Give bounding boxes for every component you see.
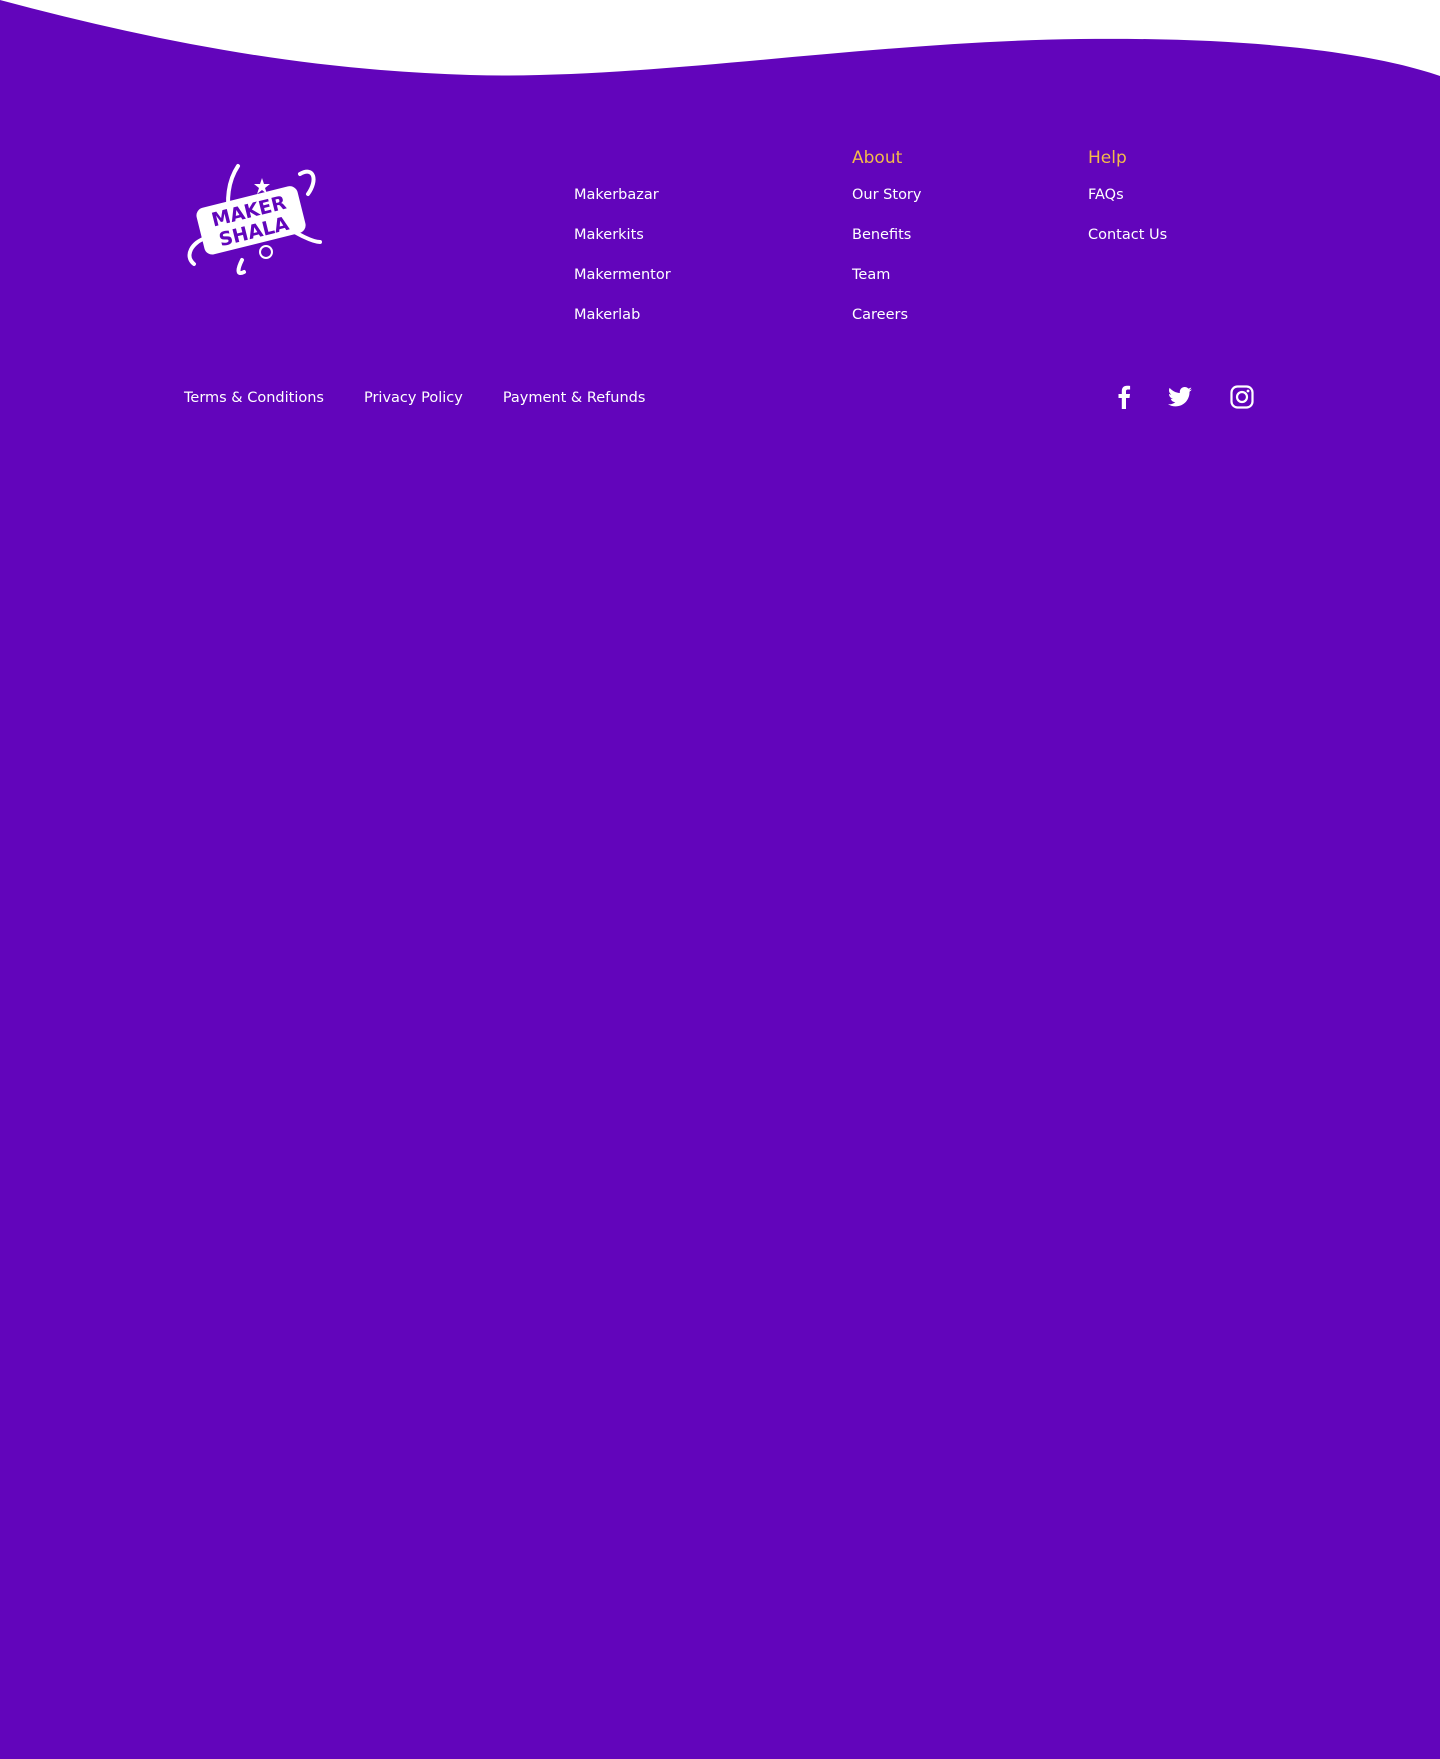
- instagram-link[interactable]: [1229, 384, 1255, 410]
- twitter-link[interactable]: [1167, 384, 1193, 410]
- footer-help-list: FAQs Contact Us: [1088, 184, 1167, 244]
- footer-column-about: About Our Story Benefits Team Careers: [852, 148, 921, 344]
- top-wave-divider: [0, 0, 1440, 76]
- makershala-logo[interactable]: MAKER SHALA: [180, 156, 330, 278]
- footer-link-makermentor[interactable]: Makermentor: [574, 267, 671, 283]
- footer-column-help: Help FAQs Contact Us: [1088, 148, 1167, 264]
- footer-legal-links: Terms & Conditions Privacy Policy Paymen…: [184, 388, 685, 408]
- footer-heading-help: Help: [1088, 148, 1127, 168]
- payment-refunds-link[interactable]: Payment & Refunds: [503, 388, 646, 408]
- footer-about-list: Our Story Benefits Team Careers: [852, 184, 921, 324]
- instagram-icon: [1230, 385, 1254, 409]
- footer-products-list: Makerbazar Makerkits Makermentor Makerla…: [574, 184, 671, 324]
- footer-heading-about: About: [852, 148, 903, 168]
- footer-link-makerkits[interactable]: Makerkits: [574, 227, 644, 243]
- privacy-policy-link[interactable]: Privacy Policy: [364, 388, 463, 408]
- footer-column-products: Makerbazar Makerkits Makermentor Makerla…: [574, 148, 671, 344]
- footer-link-contact-us[interactable]: Contact Us: [1088, 227, 1167, 243]
- terms-conditions-link[interactable]: Terms & Conditions: [184, 388, 324, 408]
- footer-link-faqs[interactable]: FAQs: [1088, 187, 1124, 203]
- footer-link-team[interactable]: Team: [852, 267, 890, 283]
- footer-link-makerbazar[interactable]: Makerbazar: [574, 187, 659, 203]
- footer-column-products-heading-spacer: [574, 148, 671, 168]
- twitter-icon: [1168, 387, 1192, 407]
- facebook-link[interactable]: [1111, 384, 1137, 410]
- facebook-icon: [1118, 385, 1131, 409]
- footer-link-benefits[interactable]: Benefits: [852, 227, 911, 243]
- footer-link-makerlab[interactable]: Makerlab: [574, 307, 640, 323]
- makershala-logo-image: MAKER SHALA: [187, 164, 322, 275]
- footer-link-our-story[interactable]: Our Story: [852, 187, 921, 203]
- footer-link-careers[interactable]: Careers: [852, 307, 908, 323]
